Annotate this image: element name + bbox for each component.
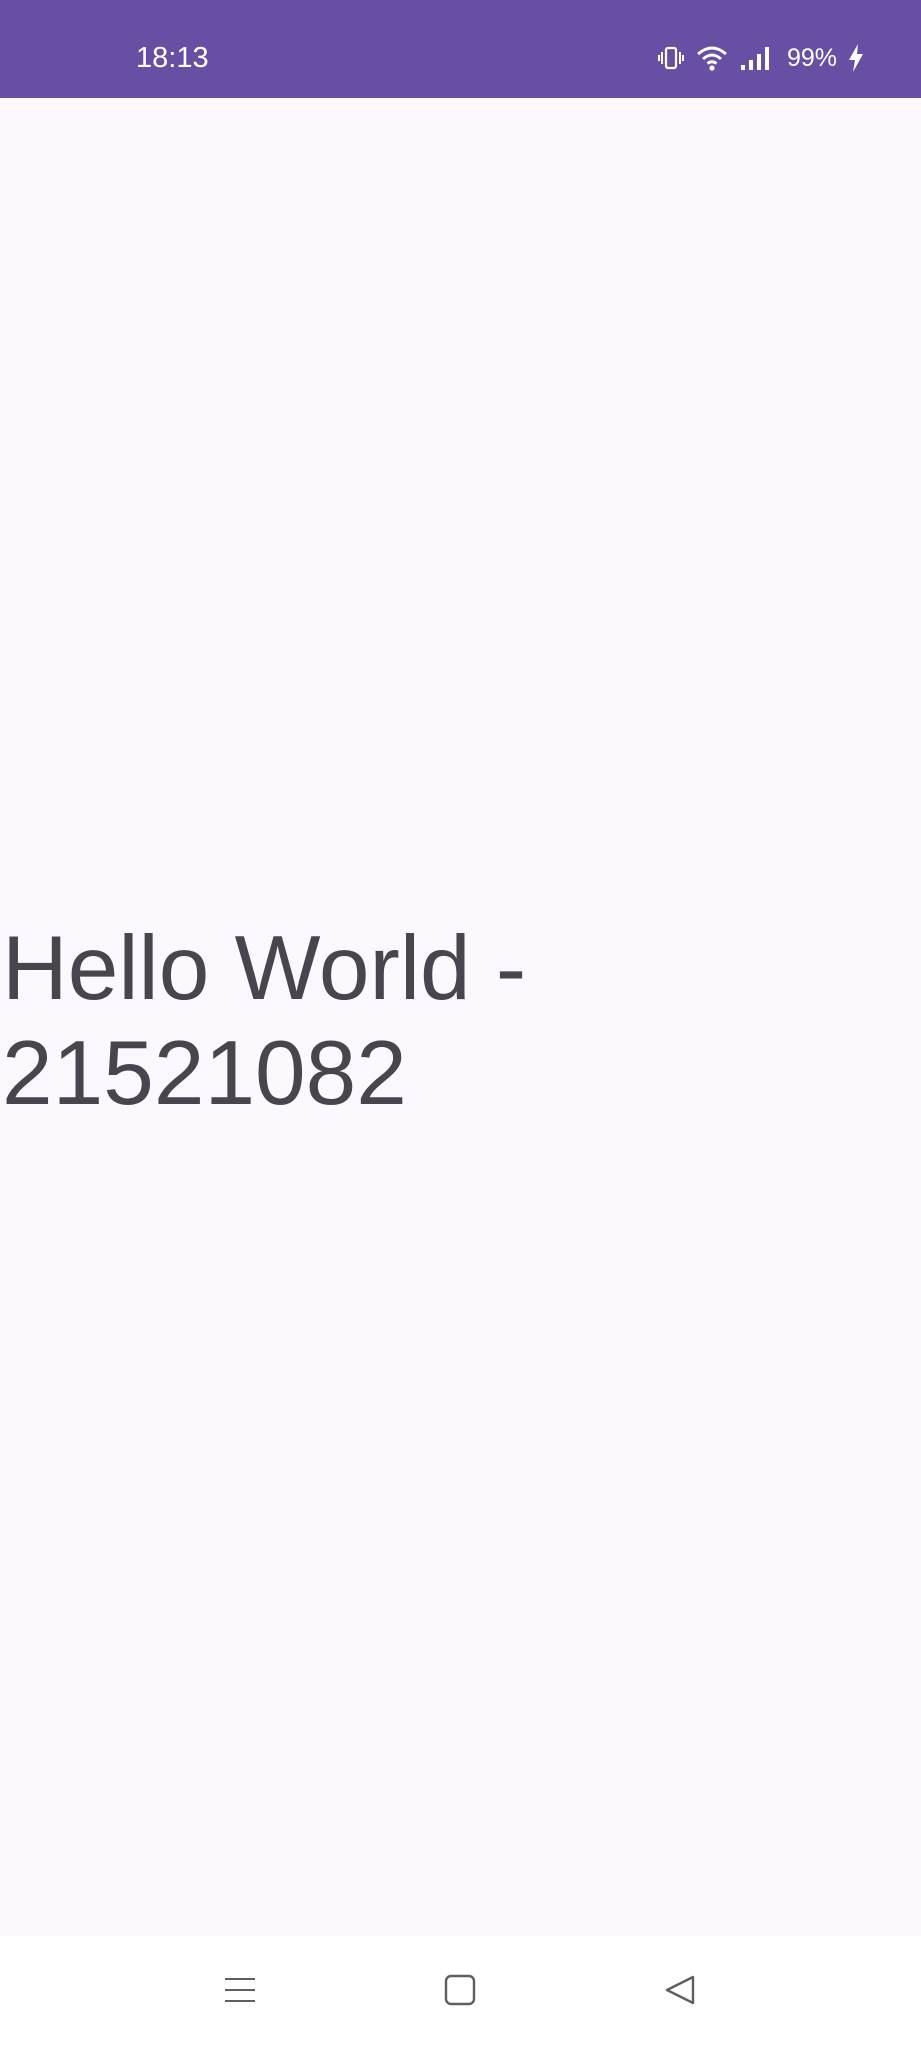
status-bar: 18:13 99% (0, 0, 921, 98)
back-icon (663, 1973, 697, 2012)
main-content: Hello World - 21521082 (0, 98, 921, 1936)
status-time: 18:13 (136, 42, 209, 74)
menu-icon (223, 1973, 257, 2012)
navigation-bar (0, 1936, 921, 2048)
status-icons: 99% (657, 40, 865, 76)
home-icon (443, 1973, 477, 2012)
home-button[interactable] (432, 1964, 488, 2020)
signal-icon (739, 44, 773, 72)
hello-world-text: Hello World - 21521082 (2, 918, 527, 1124)
screen: 18:13 99% Hello World - 21521082 (0, 0, 921, 2048)
battery-percentage: 99% (786, 44, 837, 72)
vibrate-icon (657, 44, 685, 72)
charging-icon (847, 43, 865, 73)
wifi-icon (695, 44, 729, 72)
back-button[interactable] (652, 1964, 708, 2020)
recent-apps-button[interactable] (212, 1964, 268, 2020)
